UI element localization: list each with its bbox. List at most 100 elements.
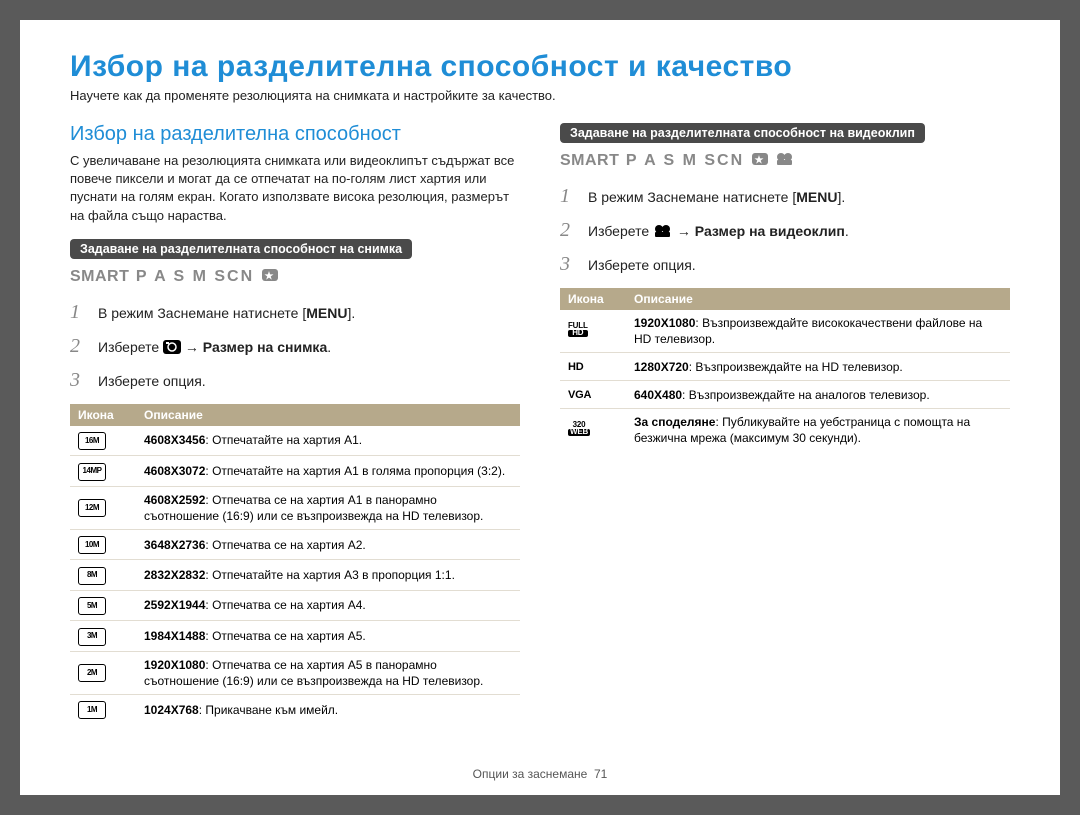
step-text: Изберете опция. <box>98 372 206 392</box>
resolution-icon: 5M <box>78 597 106 615</box>
table-row: 2M 1920X1080: Отпечатва се на хартия A5 в… <box>70 651 520 694</box>
step-1: 1 В режим Заснемане натиснете [MENU]. <box>560 182 1010 210</box>
camera-icon <box>163 340 181 360</box>
two-column-layout: Избор на разделителна способност С увели… <box>70 123 1010 724</box>
table-row: VGA 640X480: Възпроизвеждайте на аналогов… <box>560 381 1010 409</box>
resolution-icon: 1M <box>78 701 106 719</box>
table-row: 12M 4608X2592: Отпечатва се на хартия A1 … <box>70 486 520 529</box>
resolution-icon: 12M <box>78 499 106 517</box>
video-resolution-table: Икона Описание FULLHD1920X1080: Възпроиз… <box>560 288 1010 451</box>
step-number: 3 <box>70 366 88 394</box>
magic-plus-icon: ★ <box>751 151 769 172</box>
video-mode-icon <box>775 151 795 172</box>
table-row: 8M 2832X2832: Отпечатайте на хартия A3 в … <box>70 560 520 590</box>
resolution-icon-cell: 3M <box>70 621 136 651</box>
magic-plus-icon: ★ <box>261 267 279 288</box>
resolution-icon-cell: 14MP <box>70 456 136 486</box>
web-icon: 320WEB <box>568 422 590 436</box>
step-1: 1 В режим Заснемане натиснете [MENU]. <box>70 298 520 326</box>
table-row: 320WEB За споделяне: Публикувайте на уебс… <box>560 409 1010 452</box>
step-2: 2 Изберете → Размер на видеоклип. <box>560 216 1010 244</box>
footer: Опции за заснемане 71 <box>20 767 1060 781</box>
step-3: 3 Изберете опция. <box>70 366 520 394</box>
resolution-description: 3648X2736: Отпечатва се на хартия A2. <box>136 529 520 559</box>
svg-text:★: ★ <box>754 155 765 166</box>
step-text: В режим Заснемане натиснете [MENU]. <box>588 188 845 208</box>
video-description: За споделяне: Публикувайте на уебстраниц… <box>626 409 1010 452</box>
video-description: 1920X1080: Възпроизвеждайте висококачест… <box>626 310 1010 353</box>
th-desc: Описание <box>626 288 1010 310</box>
hd-icon: HD <box>568 361 584 373</box>
resolution-icon-cell: 1M <box>70 694 136 724</box>
resolution-description: 2832X2832: Отпечатайте на хартия A3 в пр… <box>136 560 520 590</box>
resolution-icon: 14MP <box>78 463 106 481</box>
video-icon <box>653 224 673 244</box>
fullhd-icon: FULLHD <box>568 323 588 337</box>
mode-letters: P A S M SCN <box>626 152 744 169</box>
photo-resolution-table: Икона Описание 16M 4608X3456: Отпечатайте… <box>70 404 520 725</box>
resolution-description: 4608X3072: Отпечатайте на хартия A1 в го… <box>136 456 520 486</box>
resolution-icon: 10M <box>78 536 106 554</box>
resolution-icon-cell: 10M <box>70 529 136 559</box>
resolution-icon: 8M <box>78 567 106 585</box>
video-description: 1280X720: Възпроизвеждайте на HD телевиз… <box>626 353 1010 381</box>
left-column: Избор на разделителна способност С увели… <box>70 123 520 724</box>
steps-video: 1 В режим Заснемане натиснете [MENU]. 2 … <box>560 182 1010 278</box>
table-row: 3M 1984X1488: Отпечатва се на хартия A5. <box>70 621 520 651</box>
table-row: 10M 3648X2736: Отпечатва се на хартия A2. <box>70 529 520 559</box>
resolution-icon-cell: 12M <box>70 486 136 529</box>
page-title: Избор на разделителна способност и качес… <box>70 50 1010 84</box>
resolution-icon-cell: 2M <box>70 651 136 694</box>
resolution-icon-cell: 16M <box>70 426 136 456</box>
mode-letters: P A S M SCN <box>136 268 254 285</box>
steps-photo: 1 В режим Заснемане натиснете [MENU]. 2 … <box>70 298 520 394</box>
video-icon-cell: VGA <box>560 381 626 409</box>
table-row: 14MP 4608X3072: Отпечатайте на хартия A1 … <box>70 456 520 486</box>
video-icon-cell: 320WEB <box>560 409 626 452</box>
video-description: 640X480: Възпроизвеждайте на аналогов те… <box>626 381 1010 409</box>
step-text: Изберете → Размер на видеоклип. <box>588 222 849 244</box>
menu-button-label: MENU <box>306 305 347 321</box>
svg-text:★: ★ <box>264 271 275 282</box>
step-text: Изберете опция. <box>588 256 696 276</box>
step-number: 1 <box>560 182 578 210</box>
video-resolution-heading: Задаване на разделителната способност на… <box>560 123 925 143</box>
resolution-description: 1024X768: Прикачване към имейл. <box>136 694 520 724</box>
resolution-icon: 3M <box>78 628 106 646</box>
page-number: 71 <box>594 767 607 781</box>
resolution-description: 4608X3456: Отпечатайте на хартия A1. <box>136 426 520 456</box>
section-description: С увеличаване на резолюцията снимката ил… <box>70 152 520 225</box>
photo-resolution-heading: Задаване на разделителната способност на… <box>70 239 412 259</box>
resolution-icon-cell: 5M <box>70 590 136 620</box>
resolution-description: 1920X1080: Отпечатва се на хартия A5 в п… <box>136 651 520 694</box>
mode-line-video: SMART P A S M SCN ★ <box>560 151 1010 172</box>
menu-button-label: MENU <box>796 189 837 205</box>
mode-line-photo: SMART P A S M SCN ★ <box>70 267 520 288</box>
th-desc: Описание <box>136 404 520 426</box>
resolution-icon-cell: 8M <box>70 560 136 590</box>
step-3: 3 Изберете опция. <box>560 250 1010 278</box>
step-number: 2 <box>70 332 88 360</box>
resolution-description: 1984X1488: Отпечатва се на хартия A5. <box>136 621 520 651</box>
footer-label: Опции за заснемане <box>473 767 588 781</box>
step-text: В режим Заснемане натиснете [MENU]. <box>98 304 355 324</box>
step-number: 1 <box>70 298 88 326</box>
table-row: HD 1280X720: Възпроизвеждайте на HD телев… <box>560 353 1010 381</box>
resolution-description: 4608X2592: Отпечатва се на хартия A1 в п… <box>136 486 520 529</box>
table-row: 5M2592X1944: Отпечатва се на хартия A4. <box>70 590 520 620</box>
mode-smart: SMART <box>560 152 619 169</box>
step-text: Изберете → Размер на снимка. <box>98 338 331 360</box>
resolution-icon: 16M <box>78 432 106 450</box>
step-number: 3 <box>560 250 578 278</box>
right-column: Задаване на разделителната способност на… <box>560 123 1010 724</box>
mode-smart: SMART <box>70 268 129 285</box>
resolution-icon: 2M <box>78 664 106 682</box>
th-icon: Икона <box>70 404 136 426</box>
vga-icon: VGA <box>568 389 591 401</box>
section-title: Избор на разделителна способност <box>70 123 520 146</box>
video-icon-cell: HD <box>560 353 626 381</box>
intro-text: Научете как да променяте резолюцията на … <box>70 88 1010 103</box>
step-2: 2 Изберете → Размер на снимка. <box>70 332 520 360</box>
video-icon-cell: FULLHD <box>560 310 626 353</box>
table-row: 1M 1024X768: Прикачване към имейл. <box>70 694 520 724</box>
